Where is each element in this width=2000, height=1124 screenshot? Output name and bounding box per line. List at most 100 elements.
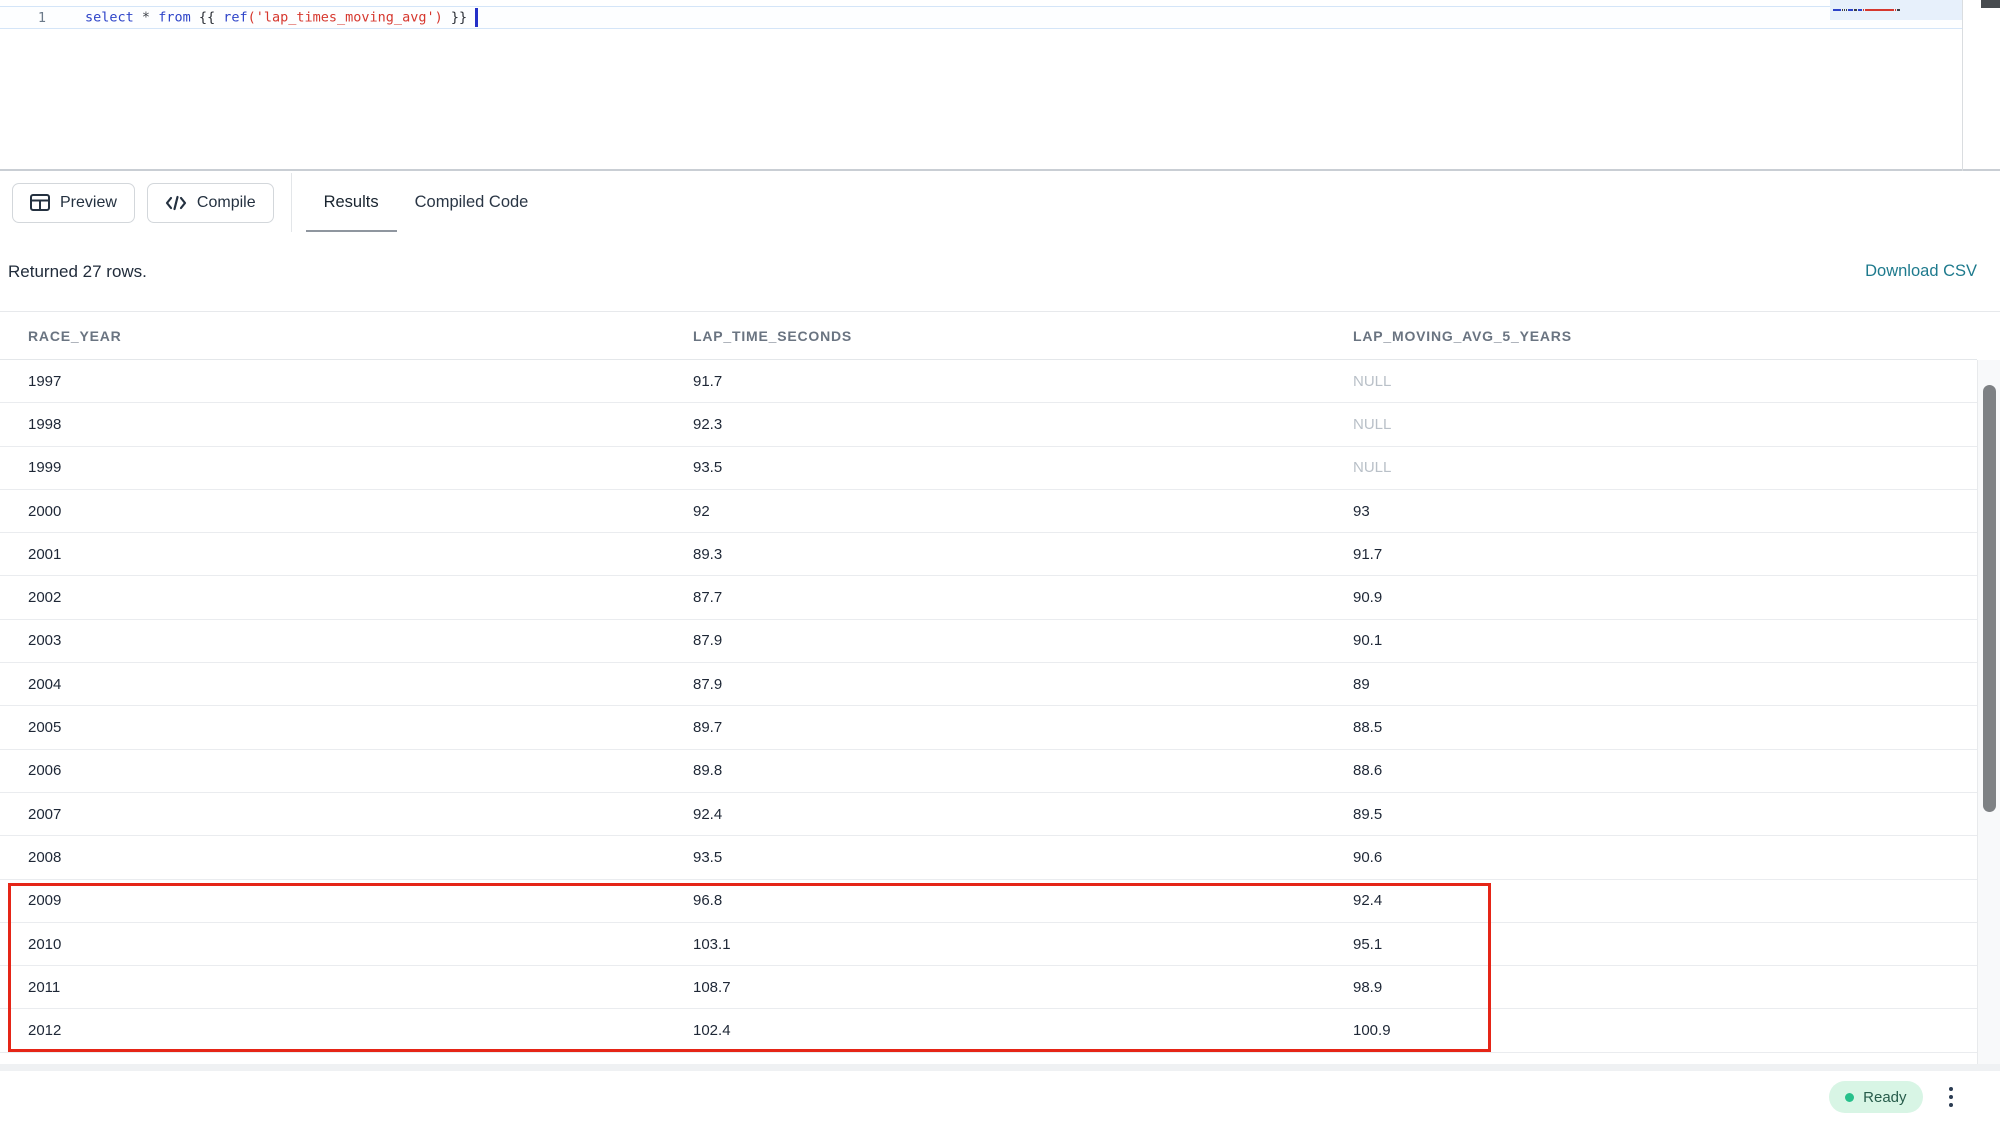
table-row: 2003 87.9 90.1 — [0, 620, 1977, 663]
editor-actions: Preview Compile — [0, 173, 274, 232]
cell-lap-time-seconds: 102.4 — [665, 1022, 1325, 1039]
cell-lap-moving-avg: NULL — [1325, 416, 1977, 433]
kebab-menu-icon[interactable] — [1945, 1083, 1958, 1112]
cell-lap-moving-avg: 92.4 — [1325, 892, 1977, 909]
cell-lap-moving-avg: 90.9 — [1325, 589, 1977, 606]
table-row: 2011 108.7 98.9 — [0, 966, 1977, 1009]
cell-race-year: 2004 — [0, 676, 665, 693]
compile-button-label: Compile — [197, 194, 256, 212]
cell-race-year: 2006 — [0, 762, 665, 779]
results-tabs: Results Compiled Code — [306, 173, 547, 232]
cell-race-year: 1999 — [0, 459, 665, 476]
table-scrollbar-track[interactable] — [1977, 360, 2000, 1064]
cell-lap-time-seconds: 92 — [665, 503, 1325, 520]
cell-race-year: 2011 — [0, 979, 665, 996]
toolbar-divider — [291, 173, 292, 232]
cell-race-year: 2012 — [0, 1022, 665, 1039]
cell-race-year: 2007 — [0, 806, 665, 823]
table-row: 1999 93.5 NULL — [0, 447, 1977, 490]
cell-lap-time-seconds: 87.7 — [665, 589, 1325, 606]
cell-lap-time-seconds: 93.5 — [665, 459, 1325, 476]
cell-lap-moving-avg: 89 — [1325, 676, 1977, 693]
cell-lap-time-seconds: 93.5 — [665, 849, 1325, 866]
cell-lap-time-seconds: 87.9 — [665, 632, 1325, 649]
cell-lap-time-seconds: 89.7 — [665, 719, 1325, 736]
table-row: 2007 92.4 89.5 — [0, 793, 1977, 836]
table-row: 2002 87.7 90.9 — [0, 576, 1977, 619]
cell-lap-time-seconds: 96.8 — [665, 892, 1325, 909]
cell-race-year: 2008 — [0, 849, 665, 866]
cell-race-year: 2002 — [0, 589, 665, 606]
cell-lap-moving-avg: 89.5 — [1325, 806, 1977, 823]
table-row: 2004 87.9 89 — [0, 663, 1977, 706]
table-scrollbar-thumb[interactable] — [1983, 385, 1996, 812]
table-row: 1997 91.7 NULL — [0, 360, 1977, 403]
cell-lap-time-seconds: 89.8 — [665, 762, 1325, 779]
download-csv-link[interactable]: Download CSV — [1865, 262, 1977, 281]
tab-results[interactable]: Results — [306, 173, 397, 232]
cell-lap-moving-avg: 93 — [1325, 503, 1977, 520]
cell-race-year: 2009 — [0, 892, 665, 909]
table-row: 2012 102.4 100.9 — [0, 1009, 1977, 1052]
cell-lap-moving-avg: 88.6 — [1325, 762, 1977, 779]
cell-race-year: 2000 — [0, 503, 665, 520]
cell-lap-time-seconds: 103.1 — [665, 936, 1325, 953]
editor-minimap[interactable] — [1830, 0, 1962, 20]
table-row: 2000 92 93 — [0, 490, 1977, 533]
table-row: 2001 89.3 91.7 — [0, 533, 1977, 576]
results-summary-bar: Returned 27 rows. Download CSV — [0, 232, 2000, 312]
editor-active-line[interactable]: 1 select * from {{ ref('lap_times_moving… — [0, 6, 1962, 29]
table-row: 2009 96.8 92.4 — [0, 880, 1977, 923]
column-header-race-year: RACE_YEAR — [0, 328, 665, 344]
preview-button[interactable]: Preview — [12, 183, 135, 223]
cell-lap-moving-avg: 95.1 — [1325, 936, 1977, 953]
line-number: 1 — [28, 10, 46, 26]
preview-button-label: Preview — [60, 194, 117, 212]
status-bar: Ready — [0, 1064, 2000, 1124]
sql-editor[interactable]: 1 select * from {{ ref('lap_times_moving… — [0, 0, 2000, 171]
table-header-row: RACE_YEAR LAP_TIME_SECONDS LAP_MOVING_AV… — [0, 312, 1977, 360]
cell-race-year: 1997 — [0, 373, 665, 390]
cell-race-year: 2005 — [0, 719, 665, 736]
cell-lap-moving-avg: 98.9 — [1325, 979, 1977, 996]
ready-label: Ready — [1863, 1089, 1906, 1106]
cell-lap-time-seconds: 92.3 — [665, 416, 1325, 433]
table-row: 1998 92.3 NULL — [0, 403, 1977, 446]
cell-race-year: 1998 — [0, 416, 665, 433]
cell-lap-time-seconds: 92.4 — [665, 806, 1325, 823]
column-header-lap-moving-avg: LAP_MOVING_AVG_5_YEARS — [1325, 328, 1977, 344]
table-grid-icon — [30, 194, 50, 211]
cell-lap-moving-avg: 91.7 — [1325, 546, 1977, 563]
tab-results-label: Results — [324, 193, 379, 212]
editor-scroll-divider — [1962, 0, 1963, 171]
cell-lap-time-seconds: 87.9 — [665, 676, 1325, 693]
cell-race-year: 2001 — [0, 546, 665, 563]
cell-race-year: 2010 — [0, 936, 665, 953]
table-row: 2005 89.7 88.5 — [0, 706, 1977, 749]
code-brackets-icon — [165, 195, 187, 211]
ready-dot-icon — [1845, 1093, 1854, 1102]
cell-lap-moving-avg: NULL — [1325, 373, 1977, 390]
results-toolbar: Preview Compile Results Compiled Code — [0, 173, 2000, 232]
table-row: 2008 93.5 90.6 — [0, 836, 1977, 879]
column-header-lap-time-seconds: LAP_TIME_SECONDS — [665, 328, 1325, 344]
compile-button[interactable]: Compile — [147, 183, 274, 223]
cell-lap-moving-avg: 90.6 — [1325, 849, 1977, 866]
cell-lap-moving-avg: 88.5 — [1325, 719, 1977, 736]
cell-lap-time-seconds: 89.3 — [665, 546, 1325, 563]
tab-compiled-code[interactable]: Compiled Code — [397, 173, 547, 232]
table-body: 1997 91.7 NULL 1998 92.3 NULL 1999 93.5 … — [0, 360, 2000, 1053]
dbt-ide-screen: 1 select * from {{ ref('lap_times_moving… — [0, 0, 2000, 1124]
returned-rows-text: Returned 27 rows. — [8, 262, 147, 282]
text-cursor — [475, 8, 478, 27]
table-row: 2010 103.1 95.1 — [0, 923, 1977, 966]
cell-race-year: 2003 — [0, 632, 665, 649]
editor-hscroll-thumb[interactable] — [1981, 0, 2000, 8]
tab-compiled-code-label: Compiled Code — [415, 193, 529, 212]
cell-lap-time-seconds: 108.7 — [665, 979, 1325, 996]
cell-lap-moving-avg: 100.9 — [1325, 1022, 1977, 1039]
table-row: 2006 89.8 88.6 — [0, 750, 1977, 793]
results-table: RACE_YEAR LAP_TIME_SECONDS LAP_MOVING_AV… — [0, 312, 2000, 1064]
status-badge: Ready — [1829, 1081, 1922, 1113]
code-line-content[interactable]: select * from {{ ref('lap_times_moving_a… — [85, 8, 478, 27]
